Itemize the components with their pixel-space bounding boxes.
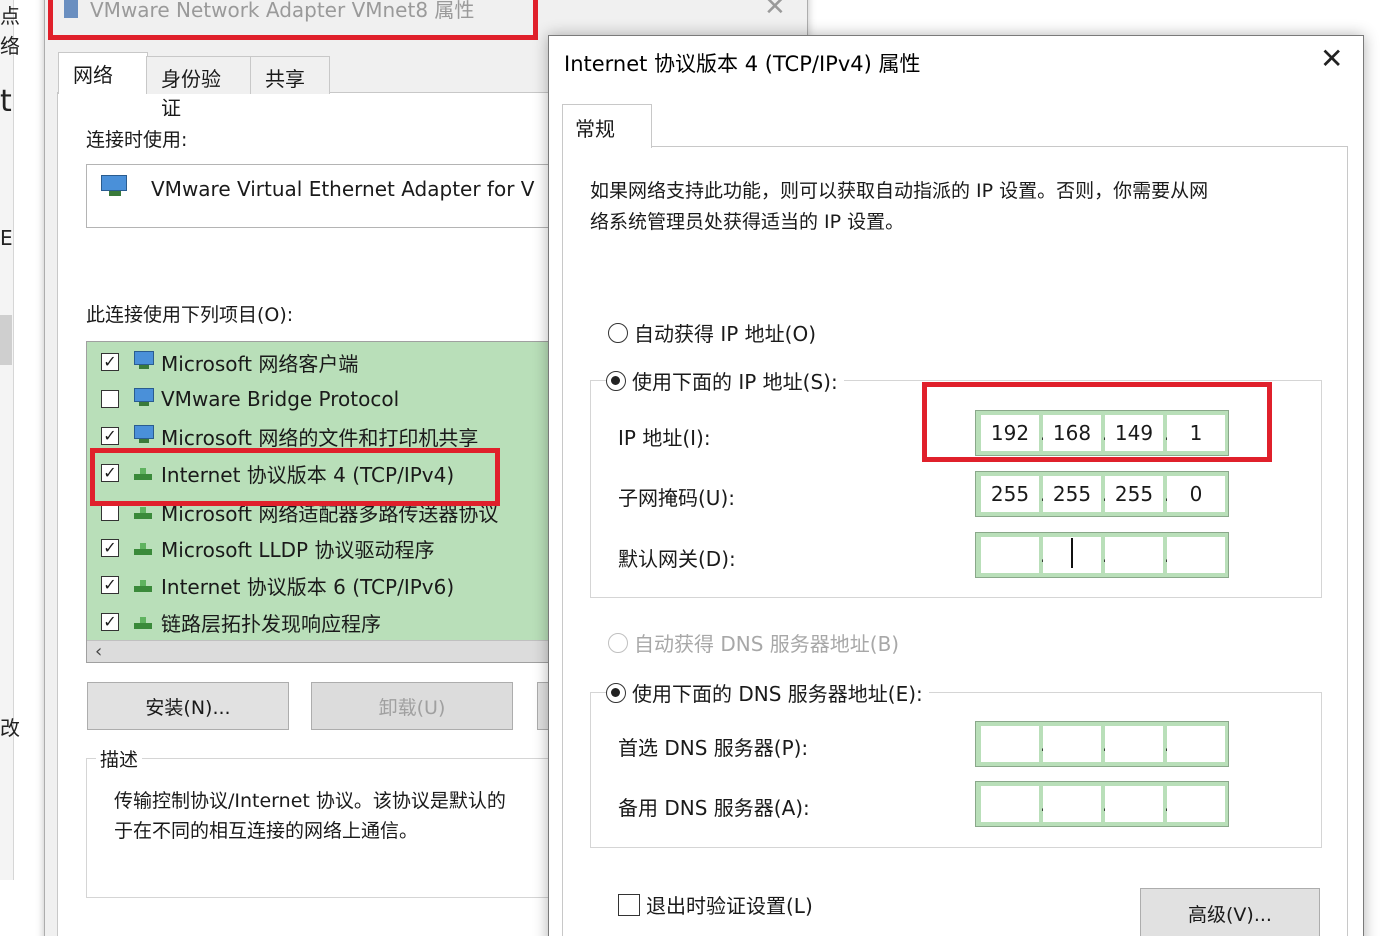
background-glyph: t — [0, 84, 12, 119]
alternate-dns-field[interactable]: . . . — [975, 781, 1229, 827]
connect-using-label: 连接时使用: — [86, 129, 188, 151]
dns2-octet[interactable] — [981, 786, 1039, 822]
radio-on[interactable] — [606, 370, 626, 391]
ipv4-highlight-box — [90, 448, 500, 506]
checkbox[interactable]: ✓ — [101, 576, 119, 594]
radio-off[interactable] — [608, 322, 628, 343]
checkbox[interactable]: ✓ — [101, 613, 119, 631]
list-item-vmware-bridge[interactable]: VMware Bridge Protocol — [87, 381, 399, 417]
dns1-octet[interactable] — [1105, 726, 1163, 762]
tab-general[interactable]: 常规 — [562, 104, 652, 148]
list-item-label: Microsoft 网络的文件和打印机共享 — [161, 425, 479, 450]
network-client-icon — [131, 425, 155, 447]
ipv4-dialog-title: Internet 协议版本 4 (TCP/IPv4) 属性 — [564, 52, 921, 76]
text-caret — [1071, 538, 1073, 568]
dns2-octet[interactable] — [1043, 786, 1101, 822]
gateway-octet-4[interactable] — [1167, 537, 1225, 573]
close-icon[interactable]: ✕ — [1320, 42, 1343, 75]
auto-dns-radio[interactable]: 自动获得 DNS 服务器地址(B) — [608, 628, 899, 657]
description-legend: 描述 — [96, 745, 143, 772]
radio-off[interactable] — [608, 632, 628, 653]
tab-authentication[interactable]: 身份验证 — [146, 56, 252, 120]
gateway-field[interactable]: . . . — [975, 532, 1229, 578]
ipv4-description-line-1: 如果网络支持此功能，则可以获取自动指派的 IP 设置。否则，你需要从网 — [590, 180, 1209, 202]
gateway-octet-1[interactable] — [981, 537, 1039, 573]
title-highlight-box — [48, 0, 538, 40]
list-item-lldp[interactable]: ✓ Microsoft LLDP 协议驱动程序 — [87, 530, 434, 566]
mask-octet-2[interactable]: 255 — [1043, 476, 1101, 512]
list-item-label: Microsoft LLDP 协议驱动程序 — [161, 537, 435, 562]
network-client-icon — [131, 351, 155, 373]
background-glyph: E — [0, 226, 13, 250]
ipv4-description: 如果网络支持此功能，则可以获取自动指派的 IP 设置。否则，你需要从网 络系统管… — [590, 176, 1310, 238]
protocol-icon — [131, 574, 155, 596]
background-glyph: 络 — [0, 34, 20, 58]
adapter-icon — [101, 175, 129, 197]
background-glyph: 改 — [0, 716, 20, 740]
ip-highlight-box — [922, 382, 1272, 462]
dns1-octet[interactable] — [981, 726, 1039, 762]
mask-octet-4[interactable]: 0 — [1167, 476, 1225, 512]
manual-dns-radio[interactable]: 使用下面的 DNS 服务器地址(E): — [606, 678, 929, 707]
list-item-label: Microsoft 网络客户端 — [161, 351, 359, 376]
description-text-1: 传输控制协议/Internet 协议。该协议是默认的 — [114, 790, 506, 812]
radio-on[interactable] — [606, 682, 626, 703]
list-item-label: Internet 协议版本 6 (TCP/IPv6) — [161, 574, 455, 599]
adapter-dialog-close-icon[interactable]: ✕ — [764, 0, 786, 22]
background-scrollbar — [0, 315, 12, 365]
subnet-mask-label: 子网掩码(U): — [618, 486, 735, 510]
background-glyph: 点 — [0, 4, 20, 28]
tab-network[interactable]: 网络 — [58, 52, 148, 94]
validate-on-exit-label: 退出时验证设置(L) — [646, 894, 813, 918]
checkbox[interactable]: ✓ — [101, 539, 119, 557]
description-text-2: 于在不同的相互连接的网络上通信。 — [114, 820, 419, 842]
uninstall-button[interactable]: 卸载(U) — [311, 682, 513, 730]
checkbox[interactable]: ✓ — [101, 353, 119, 371]
dns2-octet[interactable] — [1167, 786, 1225, 822]
alternate-dns-label: 备用 DNS 服务器(A): — [618, 796, 810, 820]
gateway-label: 默认网关(D): — [618, 547, 736, 571]
protocol-icon — [131, 611, 155, 633]
adapter-name-box: VMware Virtual Ethernet Adapter for V — [86, 164, 556, 228]
install-button[interactable]: 安装(N)... — [87, 682, 289, 730]
auto-dns-label: 自动获得 DNS 服务器地址(B) — [634, 632, 900, 656]
adapter-name: VMware Virtual Ethernet Adapter for V — [151, 177, 535, 201]
network-client-icon — [131, 388, 155, 410]
mask-octet-3[interactable]: 255 — [1105, 476, 1163, 512]
advanced-button[interactable]: 高级(V)... — [1140, 888, 1320, 936]
list-item-ms-client[interactable]: ✓ Microsoft 网络客户端 — [87, 344, 358, 380]
scroll-left-icon[interactable]: ‹ — [95, 641, 102, 662]
subnet-mask-field[interactable]: 255 . 255 . 255 . 0 — [975, 471, 1229, 517]
manual-ip-radio[interactable]: 使用下面的 IP 地址(S): — [606, 366, 844, 395]
items-label: 此连接使用下列项目(O): — [86, 304, 294, 326]
checkbox[interactable]: ✓ — [101, 427, 119, 445]
list-item-label: VMware Bridge Protocol — [161, 387, 400, 411]
list-item-lltd[interactable]: ✓ 链路层拓扑发现响应程序 — [87, 604, 381, 640]
dns2-octet[interactable] — [1105, 786, 1163, 822]
checkbox[interactable] — [618, 893, 640, 916]
background-window — [0, 0, 14, 880]
validate-on-exit-checkbox[interactable]: 退出时验证设置(L) — [618, 890, 813, 919]
list-item-ipv6[interactable]: ✓ Internet 协议版本 6 (TCP/IPv6) — [87, 567, 454, 603]
ipv4-description-line-2: 络系统管理员处获得适当的 IP 设置。 — [590, 211, 905, 233]
gateway-octet-3[interactable] — [1105, 537, 1163, 573]
tab-sharing[interactable]: 共享 — [250, 56, 330, 94]
horizontal-scrollbar[interactable]: ‹ — [87, 640, 555, 662]
protocol-icon — [131, 537, 155, 559]
preferred-dns-label: 首选 DNS 服务器(P): — [618, 736, 809, 760]
preferred-dns-field[interactable]: . . . — [975, 721, 1229, 767]
list-item-label: 链路层拓扑发现响应程序 — [161, 611, 381, 636]
dns1-octet[interactable] — [1167, 726, 1225, 762]
checkbox[interactable] — [101, 390, 119, 408]
auto-ip-label: 自动获得 IP 地址(O) — [634, 322, 817, 346]
ip-address-label: IP 地址(I): — [618, 426, 711, 450]
mask-octet-1[interactable]: 255 — [981, 476, 1039, 512]
auto-ip-radio[interactable]: 自动获得 IP 地址(O) — [608, 318, 816, 347]
dns1-octet[interactable] — [1043, 726, 1101, 762]
manual-ip-label: 使用下面的 IP 地址(S): — [632, 370, 838, 394]
manual-dns-label: 使用下面的 DNS 服务器地址(E): — [632, 682, 923, 706]
